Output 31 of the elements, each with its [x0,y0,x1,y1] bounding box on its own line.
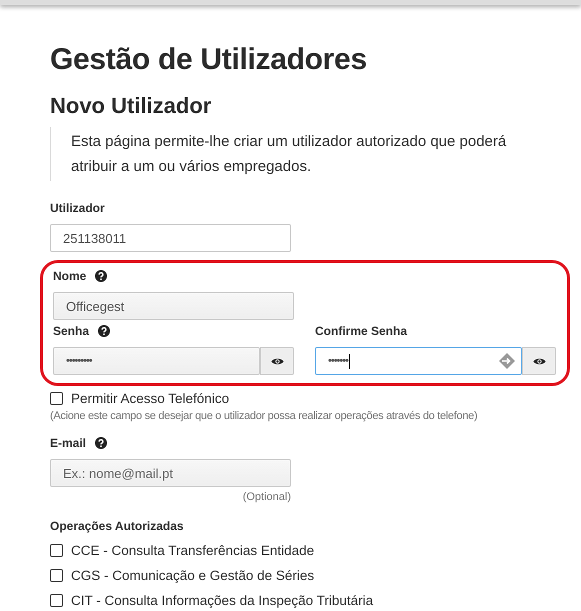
section-label: Operações Autorizadas [50,519,184,533]
checkbox[interactable] [50,392,63,405]
section-title: Novo Utilizador [50,93,212,119]
show-password-button[interactable] [522,347,556,375]
help-icon[interactable] [95,270,108,282]
email-field[interactable]: Ex.: nome@mail.pt [50,459,291,487]
help-icon[interactable] [95,437,108,449]
password-field[interactable]: ••••••••• [53,347,260,375]
show-password-button[interactable] [260,347,294,375]
field-label: Utilizador [50,201,105,215]
checkbox[interactable] [50,569,63,582]
eye-icon [270,356,284,366]
optional-note: (Optional) [242,491,291,503]
checkbox-label: CGS - Comunicação e Gestão de Séries [71,568,314,583]
field-label: Senha [53,324,90,338]
checkbox[interactable] [50,594,63,607]
description-text: Esta página permite-lhe criar um utilizador autorizado que poderá atribuir a um ou vários empregados. [71,132,508,177]
field-label: Nome [53,269,86,283]
user-field[interactable]: 251138011 [50,224,291,252]
field-label: Confirme Senha [315,324,408,338]
checkbox-label: CIT - Consulta Informações da Inspeção Tributária [71,593,374,608]
page-title: Gestão de Utilizadores [50,43,368,77]
checkbox[interactable] [50,544,63,557]
checkbox-label: Permitir Acesso Telefónico [71,391,230,406]
checkbox-label: CCE - Consulta Transferências Entidade [71,543,314,558]
hint-text: (Acione este campo se desejar que o utilizador possa realizar operações através do telefone) [50,410,478,422]
name-field[interactable]: Officegest [53,292,294,320]
help-icon[interactable] [98,325,110,337]
field-label: E-mail [50,436,86,450]
eye-icon [532,356,546,366]
confirm-password-field[interactable]: ••••••• [315,347,522,375]
